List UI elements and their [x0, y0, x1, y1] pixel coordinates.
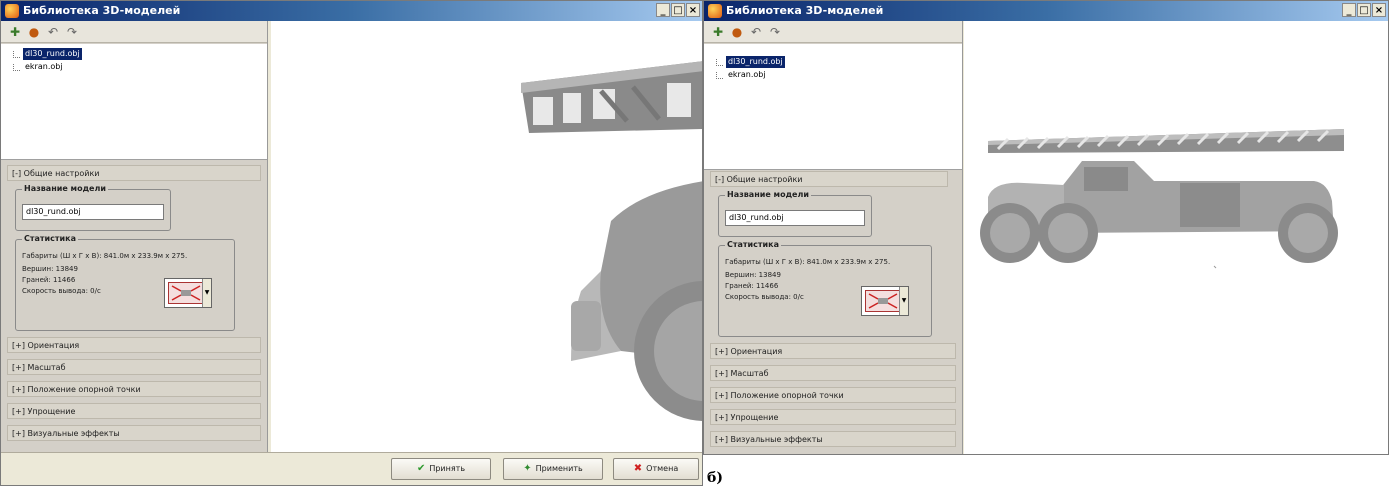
- truck-closeup-render: [521, 61, 702, 421]
- model-name-legend: Название модели: [725, 190, 811, 199]
- app-icon: [708, 4, 722, 18]
- toolbar: ✚ ● ↶ ↷: [704, 21, 962, 43]
- scale-dropdown-icon[interactable]: ▼: [899, 287, 908, 315]
- redo-icon[interactable]: ↷: [767, 24, 783, 40]
- scale-preview-box[interactable]: ▼: [164, 278, 212, 308]
- model-tree: dl30_rund.obj ekran.obj: [704, 44, 962, 170]
- section-pivot-point[interactable]: [+] Положение опорной точки: [710, 387, 956, 403]
- window-title: Библиотека 3D-моделей: [23, 4, 181, 17]
- faces-text: Граней: 11466: [725, 282, 779, 290]
- tree-item[interactable]: dl30_rund.obj: [13, 48, 82, 60]
- model-name-legend: Название модели: [22, 184, 108, 193]
- section-visual-effects[interactable]: [+] Визуальные эффекты: [7, 425, 261, 441]
- redo-icon[interactable]: ↷: [64, 24, 80, 40]
- section-orientation[interactable]: [+] Ориентация: [710, 343, 956, 359]
- section-simplification[interactable]: [+] Упрощение: [710, 409, 956, 425]
- fire-truck-side-render: [980, 129, 1344, 269]
- tree-branch-icon: [716, 58, 723, 66]
- scale-arrows-icon: [865, 290, 901, 312]
- scale-arrows-icon: [168, 282, 204, 304]
- section-visual-effects[interactable]: [+] Визуальные эффекты: [710, 431, 956, 447]
- model-name-input[interactable]: dl30_rund.obj: [22, 204, 164, 220]
- minimize-button[interactable]: _: [656, 3, 670, 17]
- section-pivot-point[interactable]: [+] Положение опорной точки: [7, 381, 261, 397]
- dimensions-text: Габариты (Ш х Г х В): 841.0м х 233.9м х …: [22, 252, 188, 260]
- add-model-icon[interactable]: ✚: [710, 24, 726, 40]
- model-library-window-a: Библиотека 3D-моделей _ □ × ✚ ● ↶ ↷ dl30…: [0, 0, 703, 486]
- tree-item[interactable]: ekran.obj: [716, 69, 768, 81]
- app-icon: [5, 4, 19, 18]
- section-general-header[interactable]: [-] Общие настройки: [7, 165, 261, 181]
- dimensions-text: Габариты (Ш х Г х В): 841.0м х 233.9м х …: [725, 258, 891, 266]
- section-scale[interactable]: [+] Масштаб: [710, 365, 956, 381]
- statistics-legend: Статистика: [725, 240, 781, 249]
- close-button[interactable]: ×: [1372, 3, 1386, 17]
- 3d-viewport[interactable]: [964, 21, 1388, 454]
- undo-icon[interactable]: ↶: [748, 24, 764, 40]
- undo-icon[interactable]: ↶: [45, 24, 61, 40]
- tree-item[interactable]: dl30_rund.obj: [716, 56, 785, 68]
- apply-icon: ✦: [523, 463, 532, 474]
- section-orientation[interactable]: [+] Ориентация: [7, 337, 261, 353]
- model-name-group: Название модели dl30_rund.obj: [15, 184, 171, 231]
- tree-branch-icon: [13, 50, 20, 58]
- section-simplification[interactable]: [+] Упрощение: [7, 403, 261, 419]
- cross-icon: ✖: [633, 463, 643, 474]
- tree-branch-icon: [13, 63, 20, 71]
- check-icon: ✔: [416, 463, 426, 474]
- figure-caption: б): [707, 470, 723, 486]
- settings-panel: ✚ ● ↶ ↷ dl30_rund.obj ekran.obj [-] Общи…: [1, 21, 268, 457]
- model-name-input[interactable]: dl30_rund.obj: [725, 210, 865, 226]
- tree-item[interactable]: ekran.obj: [13, 61, 65, 73]
- render-speed-text: Скорость вывода: 0/с: [725, 293, 804, 301]
- statistics-group: Статистика Габариты (Ш х Г х В): 841.0м …: [718, 240, 932, 337]
- model-library-window-b: Библиотека 3D-моделей _ □ × ✚ ● ↶ ↷ dl30…: [703, 0, 1389, 455]
- faces-text: Граней: 11466: [22, 276, 76, 284]
- remove-model-icon[interactable]: ●: [26, 24, 42, 40]
- section-general-header[interactable]: [-] Общие настройки: [710, 171, 948, 187]
- close-button[interactable]: ×: [686, 3, 700, 17]
- title-bar: Библиотека 3D-моделей _ □ ×: [704, 1, 1388, 21]
- button-bar: ✔ Принять ✦ Применить ✖ Отмена: [1, 452, 702, 485]
- window-controls: _ □ ×: [656, 3, 700, 17]
- model-name-group: Название модели dl30_rund.obj: [718, 190, 872, 237]
- maximize-button[interactable]: □: [671, 3, 685, 17]
- maximize-button[interactable]: □: [1357, 3, 1371, 17]
- title-bar: Библиотека 3D-моделей _ □ ×: [1, 1, 702, 21]
- add-model-icon[interactable]: ✚: [7, 24, 23, 40]
- scale-dropdown-icon[interactable]: ▼: [202, 279, 211, 307]
- section-scale[interactable]: [+] Масштаб: [7, 359, 261, 375]
- 3d-viewport[interactable]: [271, 21, 702, 455]
- tree-branch-icon: [716, 71, 723, 79]
- vertices-text: Вершин: 13849: [22, 265, 78, 273]
- model-tree: dl30_rund.obj ekran.obj: [1, 44, 267, 160]
- settings-panel: ✚ ● ↶ ↷ dl30_rund.obj ekran.obj [-] Общи…: [704, 21, 963, 454]
- ok-button[interactable]: ✔ Принять: [391, 458, 491, 480]
- cancel-button[interactable]: ✖ Отмена: [613, 458, 699, 480]
- statistics-group: Статистика Габариты (Ш х Г х В): 841.0м …: [15, 234, 235, 331]
- render-speed-text: Скорость вывода: 0/с: [22, 287, 101, 295]
- vertices-text: Вершин: 13849: [725, 271, 781, 279]
- statistics-legend: Статистика: [22, 234, 78, 243]
- scale-preview-box[interactable]: ▼: [861, 286, 909, 316]
- toolbar: ✚ ● ↶ ↷: [1, 21, 267, 43]
- apply-button[interactable]: ✦ Применить: [503, 458, 603, 480]
- minimize-button[interactable]: _: [1342, 3, 1356, 17]
- window-controls: _ □ ×: [1342, 3, 1386, 17]
- window-title: Библиотека 3D-моделей: [726, 4, 884, 17]
- remove-model-icon[interactable]: ●: [729, 24, 745, 40]
